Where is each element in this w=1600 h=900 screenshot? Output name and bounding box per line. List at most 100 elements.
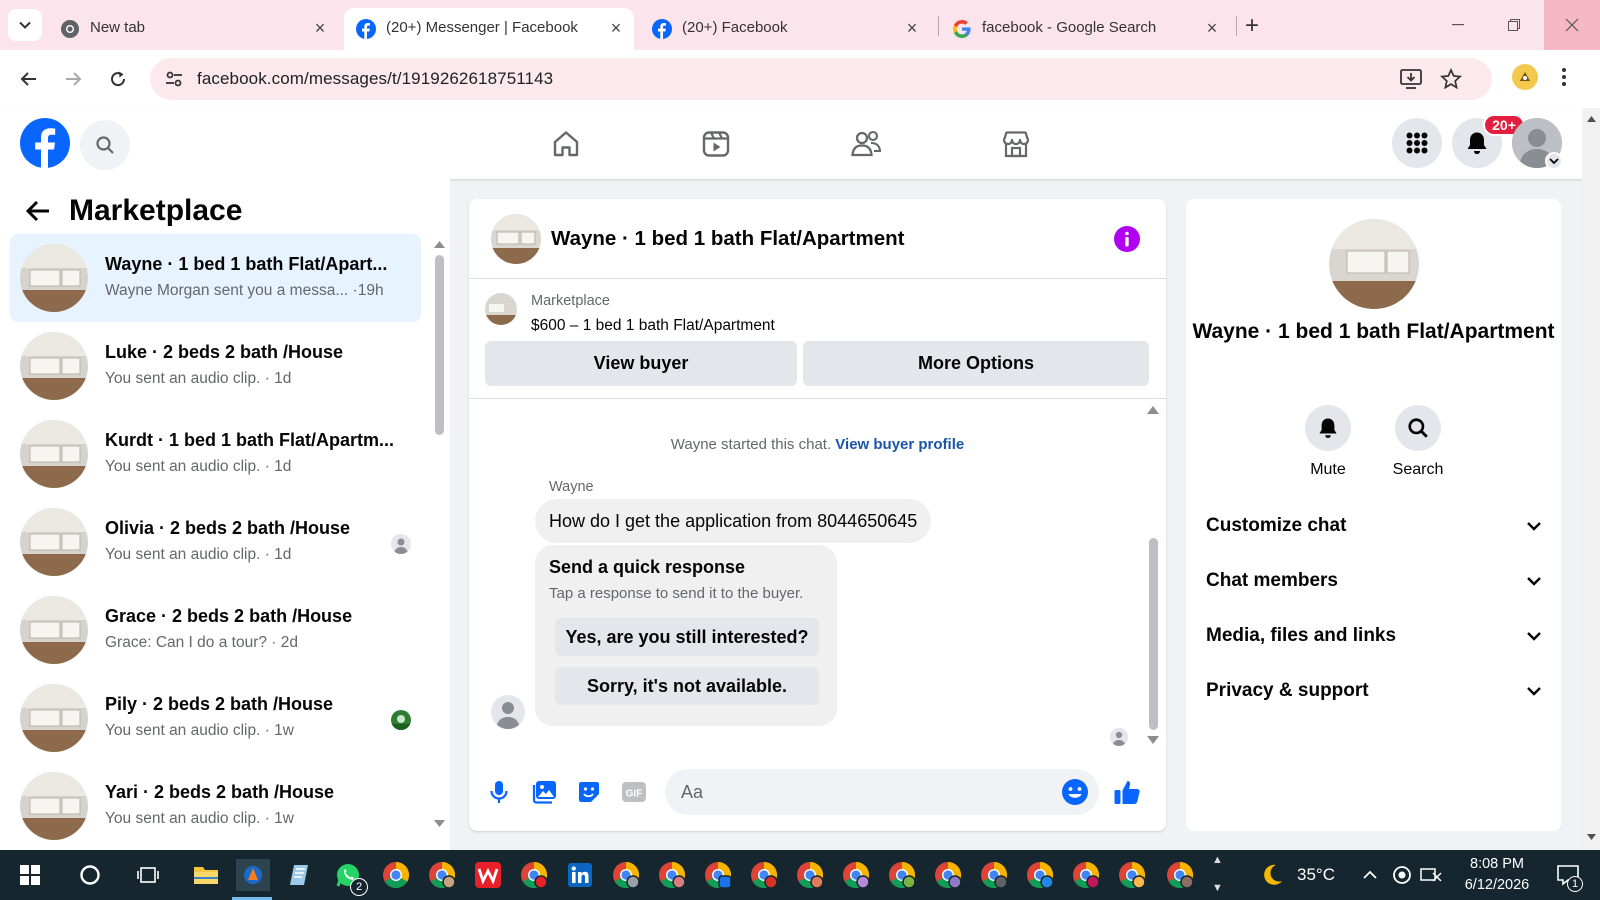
show-hidden-icons-button[interactable]: [1360, 859, 1380, 891]
close-tab-icon[interactable]: ×: [310, 18, 330, 38]
new-tab-plus-icon[interactable]: +: [1245, 12, 1259, 40]
app-button[interactable]: [236, 859, 270, 891]
incoming-message-bubble[interactable]: How do I get the application from 804465…: [535, 499, 932, 543]
view-buyer-button[interactable]: View buyer: [485, 341, 797, 386]
mute-button[interactable]: [1305, 405, 1351, 451]
clock-time[interactable]: 8:08 PM: [1454, 856, 1540, 872]
facebook-logo-icon[interactable]: [20, 118, 70, 168]
wps-office-button[interactable]: [472, 859, 504, 891]
friends-nav-button[interactable]: [846, 124, 886, 164]
view-buyer-profile-link[interactable]: View buyer profile: [835, 436, 964, 453]
scroll-thumb[interactable]: [1149, 538, 1158, 730]
install-app-icon[interactable]: [1400, 69, 1422, 89]
back-arrow-icon[interactable]: [25, 199, 51, 223]
chat-avatar[interactable]: [491, 214, 541, 264]
marketplace-nav-button[interactable]: [996, 124, 1036, 164]
restore-button[interactable]: [1486, 0, 1542, 50]
chrome-profile-10-button[interactable]: [978, 859, 1010, 891]
send-like-button[interactable]: [1111, 776, 1143, 808]
site-settings-icon[interactable]: [164, 69, 184, 89]
chrome-taskbar-button[interactable]: [380, 859, 412, 891]
network-tray-icon[interactable]: [1418, 859, 1444, 891]
media-files-links-section[interactable]: Media, files and links: [1206, 609, 1542, 663]
quick-reply-still-interested-button[interactable]: Yes, are you still interested?: [555, 618, 819, 656]
listing-price-title[interactable]: $600 – 1 bed 1 bath Flat/Apartment: [531, 317, 775, 335]
conversation-item[interactable]: Olivia · 2 beds 2 bath /House You sent an…: [10, 498, 421, 586]
sender-avatar[interactable]: [491, 695, 525, 729]
chrome-profile-9-button[interactable]: [932, 859, 964, 891]
emoji-icon[interactable]: [1061, 778, 1089, 806]
scroll-down-icon[interactable]: [1587, 834, 1596, 840]
address-bar[interactable]: facebook.com/messages/t/1919262618751143: [150, 58, 1492, 100]
chrome-profile-3-button[interactable]: [656, 859, 688, 891]
conversation-item[interactable]: Luke · 2 beds 2 bath /House You sent an a…: [10, 322, 421, 410]
scroll-down-icon[interactable]: [1147, 736, 1159, 744]
message-thread-scrollbar[interactable]: [1146, 406, 1160, 746]
facebook-search-button[interactable]: [80, 120, 130, 170]
conversation-item[interactable]: Kurdt · 1 bed 1 bath Flat/Apartm... You s…: [10, 410, 421, 498]
task-view-button[interactable]: [133, 859, 165, 891]
voice-clip-button[interactable]: [483, 776, 515, 808]
attach-photo-button[interactable]: [528, 776, 560, 808]
chrome-profile-7-button[interactable]: [840, 859, 872, 891]
chrome-profile-13-button[interactable]: [1116, 859, 1148, 891]
chrome-profile-14-button[interactable]: [1164, 859, 1196, 891]
weather-temperature[interactable]: 35°C: [1297, 865, 1335, 885]
file-explorer-button[interactable]: [190, 859, 222, 891]
taskbar-scroll-down-icon[interactable]: ▼: [1212, 882, 1223, 894]
close-tab-icon[interactable]: ×: [902, 18, 922, 38]
info-panel-avatar[interactable]: [1329, 219, 1419, 309]
menu-grid-button[interactable]: [1392, 118, 1442, 168]
listing-thumbnail[interactable]: [485, 293, 517, 325]
tab-facebook[interactable]: (20+) Facebook ×: [640, 8, 930, 50]
close-tab-icon[interactable]: ×: [606, 18, 626, 38]
account-chevron-icon[interactable]: [1545, 152, 1563, 170]
conversation-list-scrollbar[interactable]: [432, 241, 445, 831]
mute-action[interactable]: Mute: [1288, 405, 1368, 479]
chrome-profile-4-button[interactable]: [702, 859, 734, 891]
privacy-support-section[interactable]: Privacy & support: [1206, 664, 1542, 718]
tab-new-tab[interactable]: New tab ×: [48, 8, 338, 50]
chrome-profile-2-button[interactable]: [610, 859, 642, 891]
windows-start-button[interactable]: [14, 859, 46, 891]
gif-button[interactable]: GIF: [618, 776, 650, 808]
scroll-down-icon[interactable]: [434, 820, 445, 827]
location-tray-icon[interactable]: [1390, 859, 1414, 891]
bookmark-star-icon[interactable]: [1440, 68, 1462, 90]
scroll-up-icon[interactable]: [1147, 406, 1159, 414]
scroll-up-icon[interactable]: [1587, 116, 1596, 122]
search-in-conversation-button[interactable]: [1395, 405, 1441, 451]
customize-chat-section[interactable]: Customize chat: [1206, 499, 1542, 553]
close-tab-icon[interactable]: ×: [1202, 18, 1222, 38]
conversation-item[interactable]: Wayne · 1 bed 1 bath Flat/Apart... Wayne …: [10, 234, 421, 322]
search-taskbar-button[interactable]: [74, 859, 106, 891]
back-button[interactable]: [14, 64, 44, 94]
page-scrollbar[interactable]: [1582, 108, 1600, 850]
conversation-item[interactable]: Yari · 2 beds 2 bath /House You sent an a…: [10, 762, 421, 850]
chrome-profile-button[interactable]: [426, 859, 458, 891]
reload-button[interactable]: [103, 64, 133, 94]
tab-google-search[interactable]: facebook - Google Search ×: [940, 8, 1230, 50]
close-window-button[interactable]: [1544, 0, 1600, 50]
conversation-item[interactable]: Grace · 2 beds 2 bath /House Grace: Can I…: [10, 586, 421, 674]
chrome-profile-6-button[interactable]: [794, 859, 826, 891]
chrome-profile-5-button[interactable]: [748, 859, 780, 891]
chrome-profile-12-button[interactable]: [1070, 859, 1102, 891]
forward-button[interactable]: [58, 64, 88, 94]
scroll-thumb[interactable]: [435, 255, 444, 435]
tab-search-button[interactable]: [8, 9, 42, 41]
scroll-up-icon[interactable]: [434, 241, 445, 248]
message-input[interactable]: [681, 769, 1041, 815]
quick-reply-not-available-button[interactable]: Sorry, it's not available.: [555, 667, 819, 705]
chat-members-section[interactable]: Chat members: [1206, 554, 1542, 608]
search-action[interactable]: Search: [1378, 405, 1458, 479]
chrome-profile-11-button[interactable]: [1024, 859, 1056, 891]
more-options-button[interactable]: More Options: [803, 341, 1149, 386]
conversation-info-icon[interactable]: [1113, 225, 1141, 253]
weather-widget[interactable]: [1256, 859, 1288, 891]
video-nav-button[interactable]: [696, 124, 736, 164]
browser-menu-icon[interactable]: [1562, 68, 1566, 86]
conversation-item[interactable]: Pily · 2 beds 2 bath /House You sent an a…: [10, 674, 421, 762]
linkedin-button[interactable]: [564, 859, 596, 891]
tab-messenger[interactable]: (20+) Messenger | Facebook ×: [344, 8, 634, 50]
